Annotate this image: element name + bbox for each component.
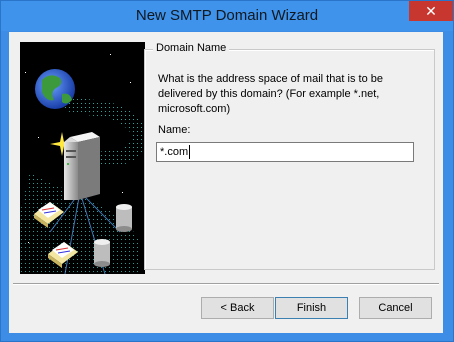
text-caret [189, 145, 190, 159]
group-legend: Domain Name [153, 42, 230, 54]
globe-icon [35, 69, 75, 109]
group-description: What is the address space of mail that i… [158, 73, 384, 115]
network-illustration [20, 54, 145, 274]
wizard-window: New SMTP Domain Wizard ✕ Domain Name Wha… [0, 0, 454, 342]
cancel-button[interactable]: Cancel [359, 297, 432, 319]
back-button[interactable]: < Back [201, 297, 274, 319]
close-icon: ✕ [425, 3, 437, 19]
wizard-illustration [20, 42, 145, 274]
name-input[interactable] [156, 142, 414, 162]
cylinder-icon [116, 204, 132, 232]
finish-button[interactable]: Finish [275, 297, 348, 319]
name-label: Name: [158, 124, 191, 136]
close-button[interactable]: ✕ [409, 1, 453, 21]
window-title: New SMTP Domain Wizard [135, 7, 319, 24]
dialog-client-area: Domain Name What is the address space of… [9, 32, 443, 333]
title-bar[interactable]: New SMTP Domain Wizard ✕ [1, 1, 453, 31]
cylinder-icon [94, 239, 110, 267]
server-icon [64, 132, 100, 200]
button-separator [13, 283, 439, 285]
